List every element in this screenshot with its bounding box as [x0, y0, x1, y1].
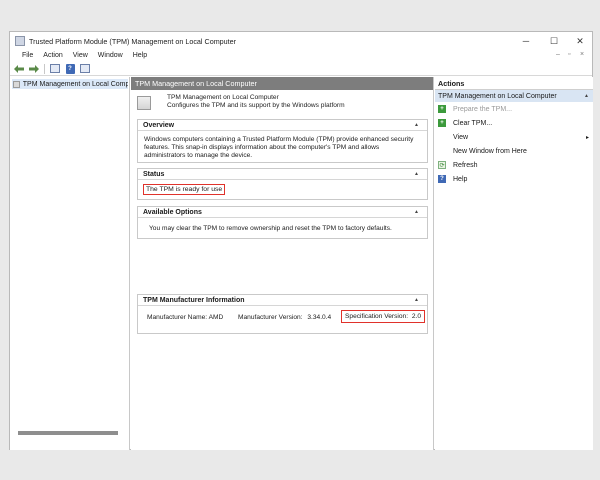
- status-title: Status: [143, 170, 165, 178]
- manufacturer-name-value: AMD: [208, 314, 224, 321]
- help-icon: ?: [65, 63, 75, 74]
- status-header[interactable]: Status ▲: [138, 169, 427, 180]
- collapse-caret-icon[interactable]: ▲: [414, 122, 419, 128]
- snapin-info: TPM Management on Local Computer Configu…: [137, 94, 345, 110]
- action-pane-icon: [80, 64, 90, 73]
- available-options-panel: Available Options ▲ You may clear the TP…: [137, 206, 428, 239]
- overview-panel: Overview ▲ Windows computers containing …: [137, 119, 428, 163]
- specification-version-value: 2.0: [411, 313, 422, 320]
- overview-text: Windows computers containing a Trusted P…: [144, 136, 414, 159]
- status-panel: Status ▲ The TPM is ready for use: [137, 168, 428, 200]
- menu-file[interactable]: File: [10, 52, 38, 59]
- menu-bar: File Action View Window Help: [10, 50, 592, 61]
- menu-action[interactable]: Action: [38, 52, 67, 59]
- console-tree-icon: [50, 64, 60, 73]
- mdi-close-button[interactable]: ×: [580, 51, 584, 58]
- mdi-minimize-button[interactable]: –: [556, 51, 560, 58]
- minimize-button[interactable]: ─: [513, 32, 539, 50]
- action-label: Prepare the TPM...: [453, 105, 513, 113]
- menu-help[interactable]: Help: [128, 52, 152, 59]
- tpm-app-icon: [15, 36, 25, 46]
- snapin-title: TPM Management on Local Computer: [167, 94, 279, 101]
- action-label: Clear TPM...: [453, 119, 493, 127]
- actions-group-header[interactable]: TPM Management on Local Computer ▲: [435, 90, 593, 102]
- action-view[interactable]: View ▸: [435, 130, 593, 144]
- menu-view[interactable]: View: [68, 52, 93, 59]
- arrow-right-icon: [29, 64, 39, 73]
- action-clear-tpm[interactable]: + Clear TPM...: [435, 116, 593, 130]
- submenu-arrow-icon: ▸: [585, 134, 589, 141]
- toolbar: ?: [10, 62, 592, 76]
- help-icon: ?: [438, 175, 446, 183]
- console-tree: TPM Management on Local Compu: [10, 77, 130, 450]
- window-title: Trusted Platform Module (TPM) Management…: [29, 36, 237, 46]
- action-label: Refresh: [453, 161, 478, 169]
- status-text: The TPM is ready for use: [146, 186, 223, 193]
- green-plus-icon: +: [438, 105, 446, 113]
- toolbar-divider: [44, 63, 45, 74]
- tpm-node-icon: [13, 80, 20, 88]
- manufacturer-title: TPM Manufacturer Information: [143, 296, 245, 304]
- manufacturer-version-value: 3.34.0.4: [307, 314, 332, 321]
- specification-version-highlight: Specification Version: 2.0: [341, 310, 426, 323]
- snapin-description: Configures the TPM and its support by th…: [167, 102, 345, 109]
- collapse-caret-icon[interactable]: ▲: [414, 297, 419, 303]
- manufacturer-name: Manufacturer Name: AMD: [147, 314, 223, 321]
- show-hide-action-pane-button[interactable]: [79, 63, 91, 74]
- collapse-caret-icon[interactable]: ▲: [584, 93, 589, 99]
- action-label: View: [453, 133, 469, 141]
- available-options-header[interactable]: Available Options ▲: [138, 207, 427, 218]
- menu-window[interactable]: Window: [93, 52, 128, 59]
- mmc-window: Trusted Platform Module (TPM) Management…: [9, 31, 593, 450]
- manufacturer-header[interactable]: TPM Manufacturer Information ▲: [138, 295, 427, 306]
- action-new-window[interactable]: New Window from Here: [435, 144, 593, 158]
- available-options-text: You may clear the TPM to remove ownershi…: [149, 225, 392, 232]
- close-button[interactable]: ✕: [567, 32, 593, 50]
- arrow-left-icon: [14, 64, 24, 73]
- title-bar: Trusted Platform Module (TPM) Management…: [10, 32, 592, 50]
- status-highlight: The TPM is ready for use: [143, 184, 226, 195]
- action-prepare-tpm[interactable]: + Prepare the TPM...: [435, 102, 593, 116]
- forward-button[interactable]: [28, 63, 40, 74]
- manufacturer-panel: TPM Manufacturer Information ▲ Manufactu…: [137, 294, 428, 334]
- manufacturer-name-label: Manufacturer Name:: [147, 314, 208, 321]
- available-options-title: Available Options: [143, 208, 202, 216]
- green-plus-icon: +: [438, 119, 446, 127]
- details-header: TPM Management on Local Computer: [131, 77, 433, 90]
- overview-header[interactable]: Overview ▲: [138, 120, 427, 131]
- details-pane: TPM Management on Local Computer TPM Man…: [131, 77, 434, 450]
- refresh-icon: ⟳: [438, 161, 446, 169]
- back-button[interactable]: [13, 63, 25, 74]
- action-help[interactable]: ? Help: [435, 172, 593, 186]
- collapse-caret-icon[interactable]: ▲: [414, 171, 419, 177]
- mdi-restore-button[interactable]: ▫: [568, 51, 570, 58]
- blank-icon: [438, 133, 446, 141]
- horizontal-scrollbar[interactable]: [18, 431, 118, 435]
- overview-title: Overview: [143, 121, 175, 129]
- actions-group-label: TPM Management on Local Computer: [438, 92, 557, 100]
- action-label: New Window from Here: [453, 147, 527, 155]
- blank-icon: [438, 147, 446, 155]
- tree-item-tpm-management[interactable]: TPM Management on Local Compu: [12, 79, 128, 89]
- tpm-chip-icon: [137, 96, 151, 110]
- specification-version-label: Specification Version:: [345, 313, 409, 320]
- actions-title: Actions: [435, 77, 593, 90]
- help-button[interactable]: ?: [64, 63, 76, 74]
- show-hide-console-tree-button[interactable]: [49, 63, 61, 74]
- maximize-button[interactable]: ☐: [541, 32, 567, 50]
- tree-item-label: TPM Management on Local Compu: [22, 80, 128, 88]
- manufacturer-version-label: Manufacturer Version:: [238, 314, 303, 321]
- collapse-caret-icon[interactable]: ▲: [414, 209, 419, 215]
- action-label: Help: [453, 175, 468, 183]
- actions-pane: Actions TPM Management on Local Computer…: [435, 77, 593, 450]
- action-refresh[interactable]: ⟳ Refresh: [435, 158, 593, 172]
- manufacturer-version: Manufacturer Version: 3.34.0.4: [238, 314, 331, 321]
